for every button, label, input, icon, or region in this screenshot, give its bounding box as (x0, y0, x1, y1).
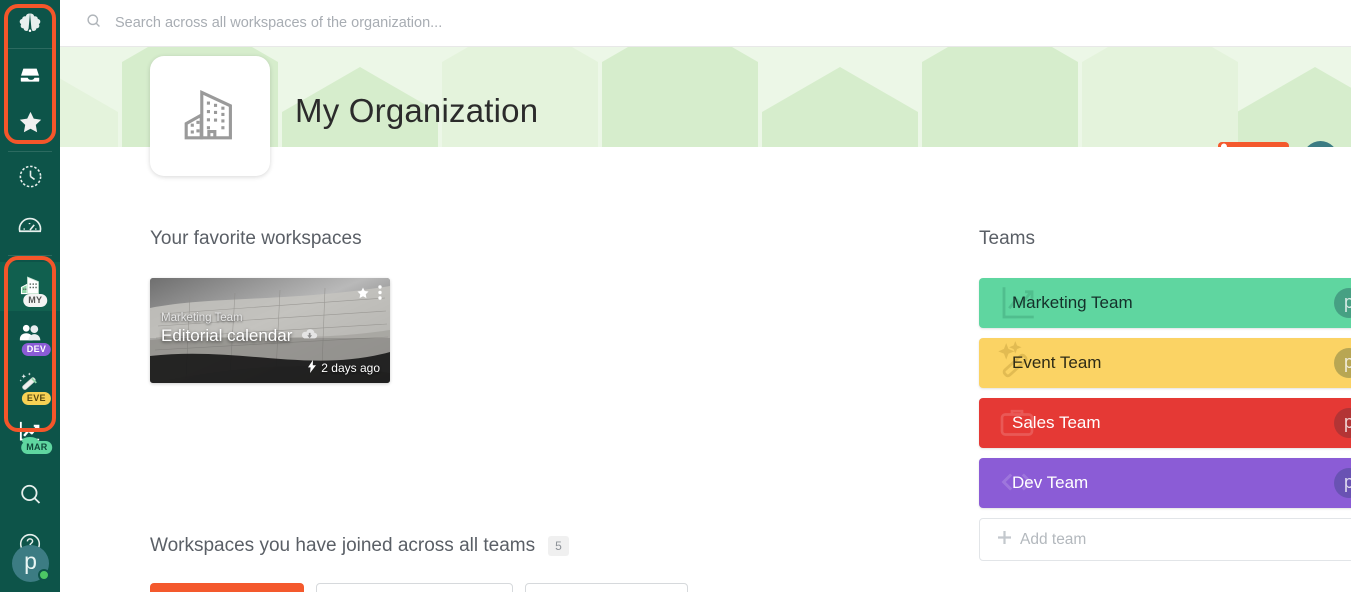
search-icon (85, 12, 102, 34)
workspace-badge: MY (23, 294, 48, 307)
card-team-label: Marketing Team (161, 312, 243, 324)
sidebar-user-avatar[interactable]: p (12, 545, 50, 582)
workspace-badge: MAR (21, 441, 53, 454)
card-meta: Marketing Team Editorial calendar (161, 312, 318, 346)
add-team-label: Add team (1020, 530, 1087, 548)
top-search-bar (60, 0, 1351, 47)
sidebar-item-brain-logo[interactable] (0, 0, 60, 48)
inbox-icon (17, 61, 43, 87)
online-status-dot (38, 569, 50, 581)
card-actions (356, 285, 382, 305)
team-avatar: p (1334, 468, 1351, 498)
sidebar-divider-3 (8, 255, 52, 256)
teams-section: Teams Marketing Team p Event Team p Sale… (979, 228, 1351, 561)
team-name: Dev Team (1012, 473, 1089, 492)
sort-dropdown[interactable]: A-Z (525, 583, 689, 592)
joined-heading: Workspaces you have joined across all te… (150, 535, 536, 556)
avatar-initial: p (24, 548, 37, 574)
lightning-icon (308, 360, 317, 376)
joined-count-badge: 5 (548, 536, 569, 556)
team-avatar: p (1334, 408, 1351, 438)
building-icon (176, 80, 244, 153)
avatar-initial: p (1343, 351, 1351, 372)
card-timestamp: 2 days ago (308, 360, 380, 376)
workspace-badge: EVE (21, 392, 51, 405)
kebab-menu-icon[interactable] (378, 285, 382, 305)
sidebar-item-workspace-my[interactable]: MY (0, 262, 60, 311)
clock-icon (17, 163, 44, 190)
cloud-download-icon[interactable] (301, 326, 318, 346)
avatar-initial: p (1343, 291, 1351, 312)
favorite-workspace-card[interactable]: Marketing Team Editorial calendar 2 days… (150, 278, 390, 383)
workspace-toolbar: New workspace Explore all workspaces (150, 583, 940, 592)
team-name: Marketing Team (1012, 293, 1133, 312)
search-icon (17, 481, 44, 508)
brain-logo-icon (15, 9, 45, 39)
team-card-dev[interactable]: Dev Team p (979, 458, 1351, 508)
sidebar-item-dashboard[interactable] (0, 201, 60, 250)
star-icon (17, 109, 44, 136)
sidebar-item-favorites[interactable] (0, 98, 60, 147)
teams-heading: Teams (979, 228, 1035, 249)
avatar-initial: p (1314, 145, 1326, 147)
page-title: My Organization (295, 92, 539, 129)
plus-icon (998, 530, 1011, 549)
joined-heading-row: Workspaces you have joined across all te… (150, 535, 940, 557)
workspaces-section: Your favorite workspaces Marketing Team … (150, 228, 940, 592)
sidebar-item-recent[interactable] (0, 152, 60, 201)
sidebar-item-search[interactable] (0, 470, 60, 519)
favorites-heading: Your favorite workspaces (150, 228, 362, 249)
explore-workspaces-button[interactable]: Explore all workspaces (316, 583, 514, 592)
main-content: Invite p (60, 0, 1351, 592)
sidebar-item-inbox[interactable] (0, 49, 60, 98)
sidebar-item-workspace-eve[interactable]: EVE (0, 360, 60, 409)
avatar-initial: p (1343, 411, 1351, 432)
team-card-event[interactable]: Event Team p (979, 338, 1351, 388)
teams-list: Marketing Team p Event Team p Sales Team… (979, 278, 1351, 561)
search-input[interactable] (115, 15, 715, 31)
invite-button[interactable]: Invite (1218, 142, 1289, 147)
add-team-button[interactable]: Add team (979, 518, 1351, 561)
team-card-sales[interactable]: Sales Team p (979, 398, 1351, 448)
star-icon[interactable] (356, 286, 370, 305)
team-card-marketing[interactable]: Marketing Team p (979, 278, 1351, 328)
team-name: Sales Team (1012, 413, 1101, 432)
app-root: MY DEV EVE MAR p Search across all works… (0, 0, 1351, 592)
sidebar: MY DEV EVE MAR p (0, 0, 60, 592)
card-title: Editorial calendar (161, 326, 318, 346)
sidebar-item-workspace-mar[interactable]: MAR (0, 409, 60, 458)
workspace-badge: DEV (21, 343, 52, 356)
team-avatar: p (1334, 288, 1351, 318)
card-timestamp-text: 2 days ago (321, 361, 380, 375)
team-name: Event Team (1012, 353, 1102, 372)
team-avatar: p (1334, 348, 1351, 378)
card-title-text: Editorial calendar (161, 326, 293, 345)
avatar-initial: p (1343, 471, 1351, 492)
sidebar-item-workspace-dev[interactable]: DEV (0, 311, 60, 360)
new-workspace-button[interactable]: New workspace (150, 583, 305, 592)
gauge-icon (16, 212, 44, 240)
org-logo-card (150, 56, 270, 176)
